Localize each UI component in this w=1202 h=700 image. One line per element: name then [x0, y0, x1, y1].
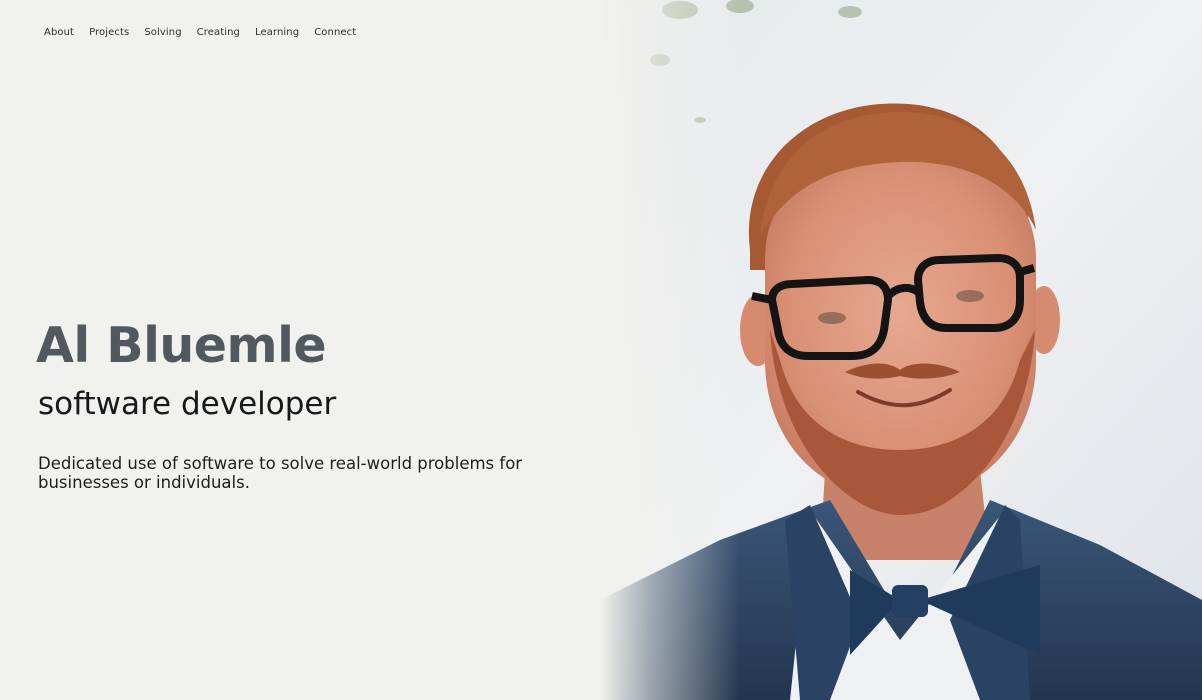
nav-link-solving[interactable]: Solving — [144, 26, 181, 40]
nav-link-connect[interactable]: Connect — [314, 26, 356, 40]
hero-role: software developer — [38, 386, 337, 422]
portrait-photo — [600, 0, 1202, 700]
hero-tagline: Dedicated use of software to solve real-… — [38, 454, 523, 492]
nav-link-projects[interactable]: Projects — [89, 26, 129, 40]
nav-link-creating[interactable]: Creating — [197, 26, 240, 40]
top-nav: About Projects Solving Creating Learning… — [44, 26, 371, 40]
hero-name: Al Bluemle — [36, 317, 327, 374]
nav-link-learning[interactable]: Learning — [255, 26, 299, 40]
nav-link-about[interactable]: About — [44, 26, 74, 40]
